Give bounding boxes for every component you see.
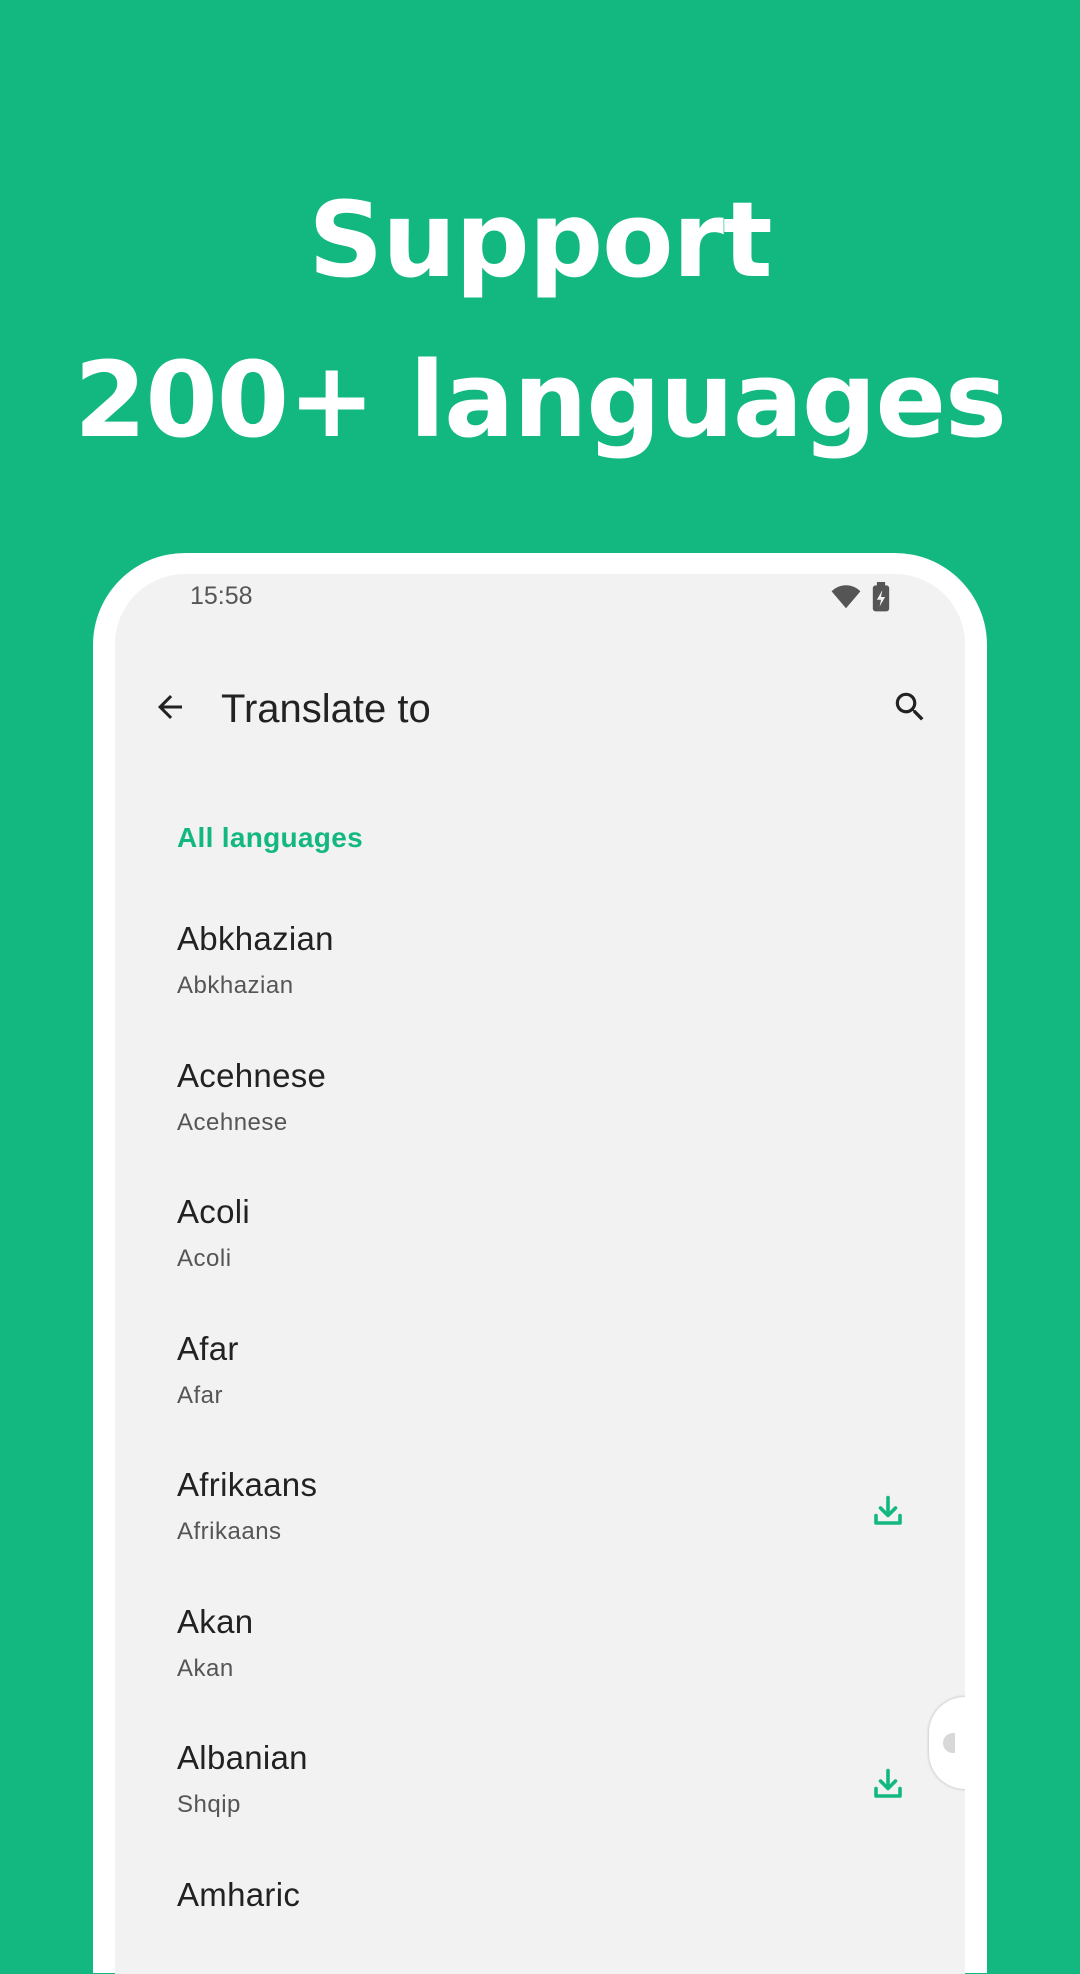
language-native-name: Abkhazian	[177, 972, 294, 999]
language-name: Afar	[177, 1329, 239, 1367]
wifi-icon	[831, 584, 861, 615]
handle-grip-icon	[943, 1733, 955, 1753]
app-bar: Translate to	[115, 674, 965, 744]
language-item[interactable]: Albanian Shqip	[115, 1693, 965, 1830]
language-name: Acoli	[177, 1193, 251, 1230]
arrow-back-icon	[152, 689, 188, 730]
promo-headline: Support 200+ languages	[0, 160, 1080, 480]
language-native-name: Shqip	[177, 1791, 241, 1818]
page-title: Translate to	[221, 687, 431, 731]
language-item[interactable]: Acehnese Acehnese	[115, 1011, 965, 1148]
language-native-name: Acoli	[177, 1245, 232, 1272]
language-name: Amharic	[177, 1875, 301, 1913]
phone-frame: 15:58 Translate to All languages Abkhazi…	[93, 553, 987, 1974]
language-item[interactable]: Abkhazian Abkhazian	[115, 874, 965, 1011]
headline-line-1: Support	[308, 179, 772, 301]
section-header-all-languages: All languages	[177, 822, 363, 853]
language-item[interactable]: Afar Afar	[115, 1284, 965, 1421]
language-name: Abkhazian	[177, 920, 334, 957]
search-button[interactable]	[885, 684, 935, 734]
search-icon	[891, 688, 929, 731]
download-button[interactable]	[863, 1761, 913, 1811]
battery-charging-icon	[869, 582, 893, 617]
language-item[interactable]: Amharic	[115, 1830, 965, 1967]
language-native-name: Afar	[177, 1381, 224, 1409]
language-name: Afrikaans	[177, 1466, 318, 1503]
language-native-name: Akan	[177, 1654, 234, 1682]
language-name: Acehnese	[177, 1056, 327, 1094]
status-bar: 15:58	[115, 574, 965, 622]
language-item[interactable]: Afrikaans Afrikaans	[115, 1420, 965, 1557]
language-name: Akan	[177, 1602, 254, 1640]
language-native-name: Afrikaans	[177, 1518, 282, 1545]
download-icon	[870, 1766, 906, 1807]
language-name: Albanian	[177, 1739, 308, 1776]
language-list: Abkhazian Abkhazian Acehnese Acehnese Ac…	[115, 874, 965, 1966]
headline-line-2: 200+ languages	[74, 339, 1007, 461]
language-native-name: Acehnese	[177, 1108, 288, 1136]
language-item[interactable]: Akan Akan	[115, 1557, 965, 1694]
language-item[interactable]: Acoli Acoli	[115, 1147, 965, 1284]
download-button[interactable]	[863, 1488, 913, 1538]
download-icon	[870, 1493, 906, 1534]
status-time: 15:58	[190, 582, 253, 610]
status-icons	[831, 582, 893, 617]
phone-screen: 15:58 Translate to All languages Abkhazi…	[115, 574, 965, 1974]
back-button[interactable]	[145, 684, 195, 734]
